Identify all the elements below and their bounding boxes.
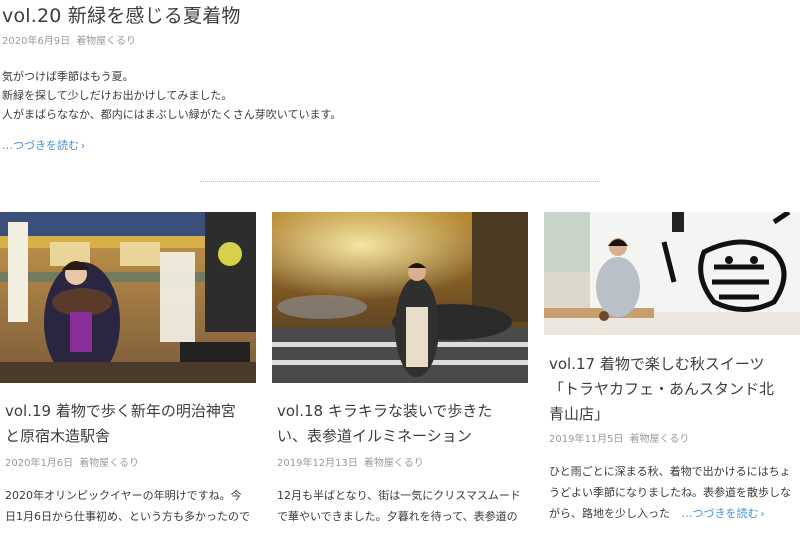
post-card[interactable]: vol.19 着物で歩く新年の明治神宮 と原宿木造駅舎 2020年1月6日 着物屋… bbox=[0, 212, 256, 533]
post-card-title[interactable]: vol.18 キラキラな装いで歩きた い、表参道イルミネーション bbox=[277, 399, 527, 449]
title-line: vol.17 着物で楽しむ秋スイーツ bbox=[549, 355, 765, 373]
title-line: vol.19 着物で歩く新年の明治神宮 bbox=[5, 402, 236, 420]
post-date: 2020年6月9日 bbox=[2, 36, 71, 47]
read-more-link[interactable]: …つづきを読む › bbox=[2, 137, 87, 153]
read-more-link[interactable]: …つづきを読む › bbox=[682, 507, 767, 520]
post-thumbnail-illumination[interactable] bbox=[272, 212, 528, 383]
post-date: 2019年12月13日 bbox=[277, 458, 358, 469]
title-line: 青山店」 bbox=[549, 405, 610, 423]
post-card[interactable]: vol.18 キラキラな装いで歩きた い、表参道イルミネーション 2019年12… bbox=[272, 212, 528, 533]
excerpt-line: 人がまばらななか、都内にはまぶしい緑がたくさん芽吹いています。 bbox=[2, 108, 342, 121]
post-card-title[interactable]: vol.19 着物で歩く新年の明治神宮 と原宿木造駅舎 bbox=[5, 399, 255, 449]
post-author[interactable]: 着物屋くるり bbox=[79, 458, 139, 469]
post-date: 2019年11月5日 bbox=[549, 434, 624, 445]
post-author[interactable]: 着物屋くるり bbox=[630, 434, 690, 445]
excerpt-line: がら、路地を少し入った …つづきを読む › bbox=[549, 503, 795, 524]
excerpt-line: 新緑を探して少しだけお出かけしてみました。 bbox=[2, 89, 233, 102]
excerpt-line: 2020年オリンピックイヤーの年明けですね。今 bbox=[5, 489, 242, 502]
excerpt-line: 12月も半ばとなり、街は一気にクリスマスムード bbox=[277, 489, 521, 502]
featured-post-title[interactable]: vol.20 新緑を感じる夏着物 bbox=[2, 1, 241, 28]
excerpt-line: 気がつけば季節はもう夏。 bbox=[2, 70, 134, 83]
post-date: 2020年1月6日 bbox=[5, 458, 74, 469]
chevron-right-icon: › bbox=[760, 507, 765, 520]
excerpt-text: がら、路地を少し入った bbox=[549, 507, 670, 520]
featured-post-excerpt: 気がつけば季節はもう夏。 新緑を探して少しだけお出かけしてみました。 人がまばら… bbox=[2, 67, 341, 124]
post-card-meta: 2020年1月6日 着物屋くるり bbox=[5, 454, 139, 469]
title-line: 「トラヤカフェ・あんスタンド北 bbox=[549, 380, 775, 398]
title-line: vol.18 キラキラな装いで歩きた bbox=[277, 402, 493, 420]
post-card-title[interactable]: vol.17 着物で楽しむ秋スイーツ 「トラヤカフェ・あんスタンド北 青山店」 bbox=[549, 352, 799, 427]
title-line: と原宿木造駅舎 bbox=[5, 427, 111, 445]
read-more-label: …つづきを読む bbox=[2, 139, 79, 152]
section-divider bbox=[200, 181, 600, 182]
post-card-excerpt: ひと雨ごとに深まる秋、着物で出かけるにはちょ うどよい季節になりましたね。表参道… bbox=[549, 461, 795, 524]
post-card-excerpt: 2020年オリンピックイヤーの年明けですね。今 日1月6日から仕事初め、という方… bbox=[5, 485, 251, 527]
post-author[interactable]: 着物屋くるり bbox=[364, 458, 424, 469]
title-line: い、表参道イルミネーション bbox=[277, 427, 472, 445]
featured-post-meta: 2020年6月9日 着物屋くるり bbox=[2, 32, 136, 47]
post-card-meta: 2019年11月5日 着物屋くるり bbox=[549, 430, 689, 445]
excerpt-line: 日1月6日から仕事初め、という方も多かったので bbox=[5, 510, 250, 523]
post-thumbnail-shrine[interactable] bbox=[0, 212, 256, 383]
excerpt-line: うどよい季節になりましたね。表参道を散歩しな bbox=[549, 486, 791, 499]
excerpt-line: ひと雨ごとに深まる秋、着物で出かけるにはちょ bbox=[549, 465, 791, 478]
post-author[interactable]: 着物屋くるり bbox=[76, 36, 136, 47]
post-card-excerpt: 12月も半ばとなり、街は一気にクリスマスムード で華やいできました。夕暮れを待っ… bbox=[277, 485, 523, 527]
post-card-meta: 2019年12月13日 着物屋くるり bbox=[277, 454, 424, 469]
chevron-right-icon: › bbox=[80, 139, 86, 152]
post-card[interactable]: vol.17 着物で楽しむ秋スイーツ 「トラヤカフェ・あんスタンド北 青山店」 … bbox=[544, 212, 800, 533]
excerpt-line: で華やいできました。夕暮れを待って、表参道の bbox=[277, 510, 518, 523]
read-more-label: …つづきを読む bbox=[681, 507, 759, 520]
